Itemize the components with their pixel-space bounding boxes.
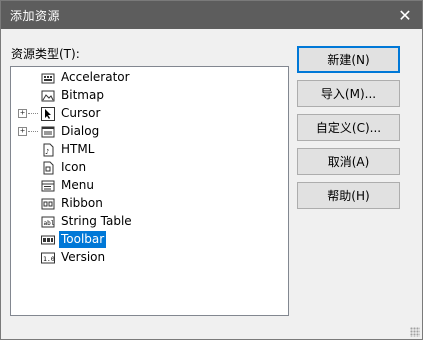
tree-item-icon[interactable]: Icon (11, 159, 288, 177)
tree-item-label: Ribbon (61, 196, 103, 210)
bitmap-icon (41, 89, 55, 103)
tree-item-label: Toolbar (59, 231, 107, 248)
dialog-icon (41, 125, 55, 139)
tree-item-dialog[interactable]: + Dialog (11, 123, 288, 141)
resource-type-label: 资源类型(T): (11, 47, 80, 61)
resize-grip[interactable] (410, 327, 420, 337)
tree-item-ribbon[interactable]: Ribbon (11, 195, 288, 213)
cancel-button[interactable]: 取消(A) (297, 148, 400, 175)
import-button[interactable]: 导入(M)... (297, 80, 400, 107)
svg-text:♪: ♪ (45, 148, 49, 156)
custom-button[interactable]: 自定义(C)... (297, 114, 400, 141)
tree-item-label: Menu (61, 178, 94, 192)
toolbar-icon (41, 233, 55, 247)
tree-item-menu[interactable]: Menu (11, 177, 288, 195)
svg-text:abl: abl (44, 220, 55, 227)
tree-item-string-table[interactable]: abl String Table (11, 213, 288, 231)
tree-item-label: String Table (61, 214, 132, 228)
title-bar[interactable]: 添加资源 ✕ (1, 1, 422, 29)
menu-icon (41, 179, 55, 193)
expand-icon[interactable]: + (18, 109, 27, 118)
tree-item-toolbar[interactable]: Toolbar (11, 231, 288, 249)
expand-icon[interactable]: + (18, 127, 27, 136)
html-icon: ♪ (41, 143, 55, 157)
tree-connector (28, 131, 38, 132)
new-button[interactable]: 新建(N) (297, 46, 400, 73)
help-button[interactable]: 帮助(H) (297, 182, 400, 209)
tree-item-accelerator[interactable]: Accelerator (11, 69, 288, 87)
tree-item-html[interactable]: ♪ HTML (11, 141, 288, 159)
tree-item-label: Bitmap (61, 88, 104, 102)
tree-connector (28, 113, 38, 114)
tree-item-label: Icon (61, 160, 87, 174)
tree-item-label: Dialog (61, 124, 100, 138)
tree-item-label: HTML (61, 142, 95, 156)
tree-item-bitmap[interactable]: Bitmap (11, 87, 288, 105)
version-icon: 1.0 (41, 251, 55, 265)
tree-item-label: Cursor (61, 106, 101, 120)
resource-type-tree[interactable]: Accelerator Bitmap + Cursor + Dialog ♪ H… (10, 66, 289, 316)
cursor-icon (41, 107, 55, 121)
add-resource-dialog: 添加资源 ✕ 资源类型(T): Accelerator Bitmap + Cur… (0, 0, 423, 340)
tree-item-version[interactable]: 1.0 Version (11, 249, 288, 267)
ribbon-icon (41, 197, 55, 211)
svg-text:1.0: 1.0 (43, 255, 55, 263)
close-icon[interactable]: ✕ (388, 1, 422, 29)
tree-item-label: Version (61, 250, 106, 264)
tree-item-cursor[interactable]: + Cursor (11, 105, 288, 123)
tree-item-label: Accelerator (61, 70, 130, 84)
accelerator-icon (41, 71, 55, 85)
dialog-title: 添加资源 (10, 9, 61, 23)
icon-icon (41, 161, 55, 175)
string-table-icon: abl (41, 215, 55, 229)
